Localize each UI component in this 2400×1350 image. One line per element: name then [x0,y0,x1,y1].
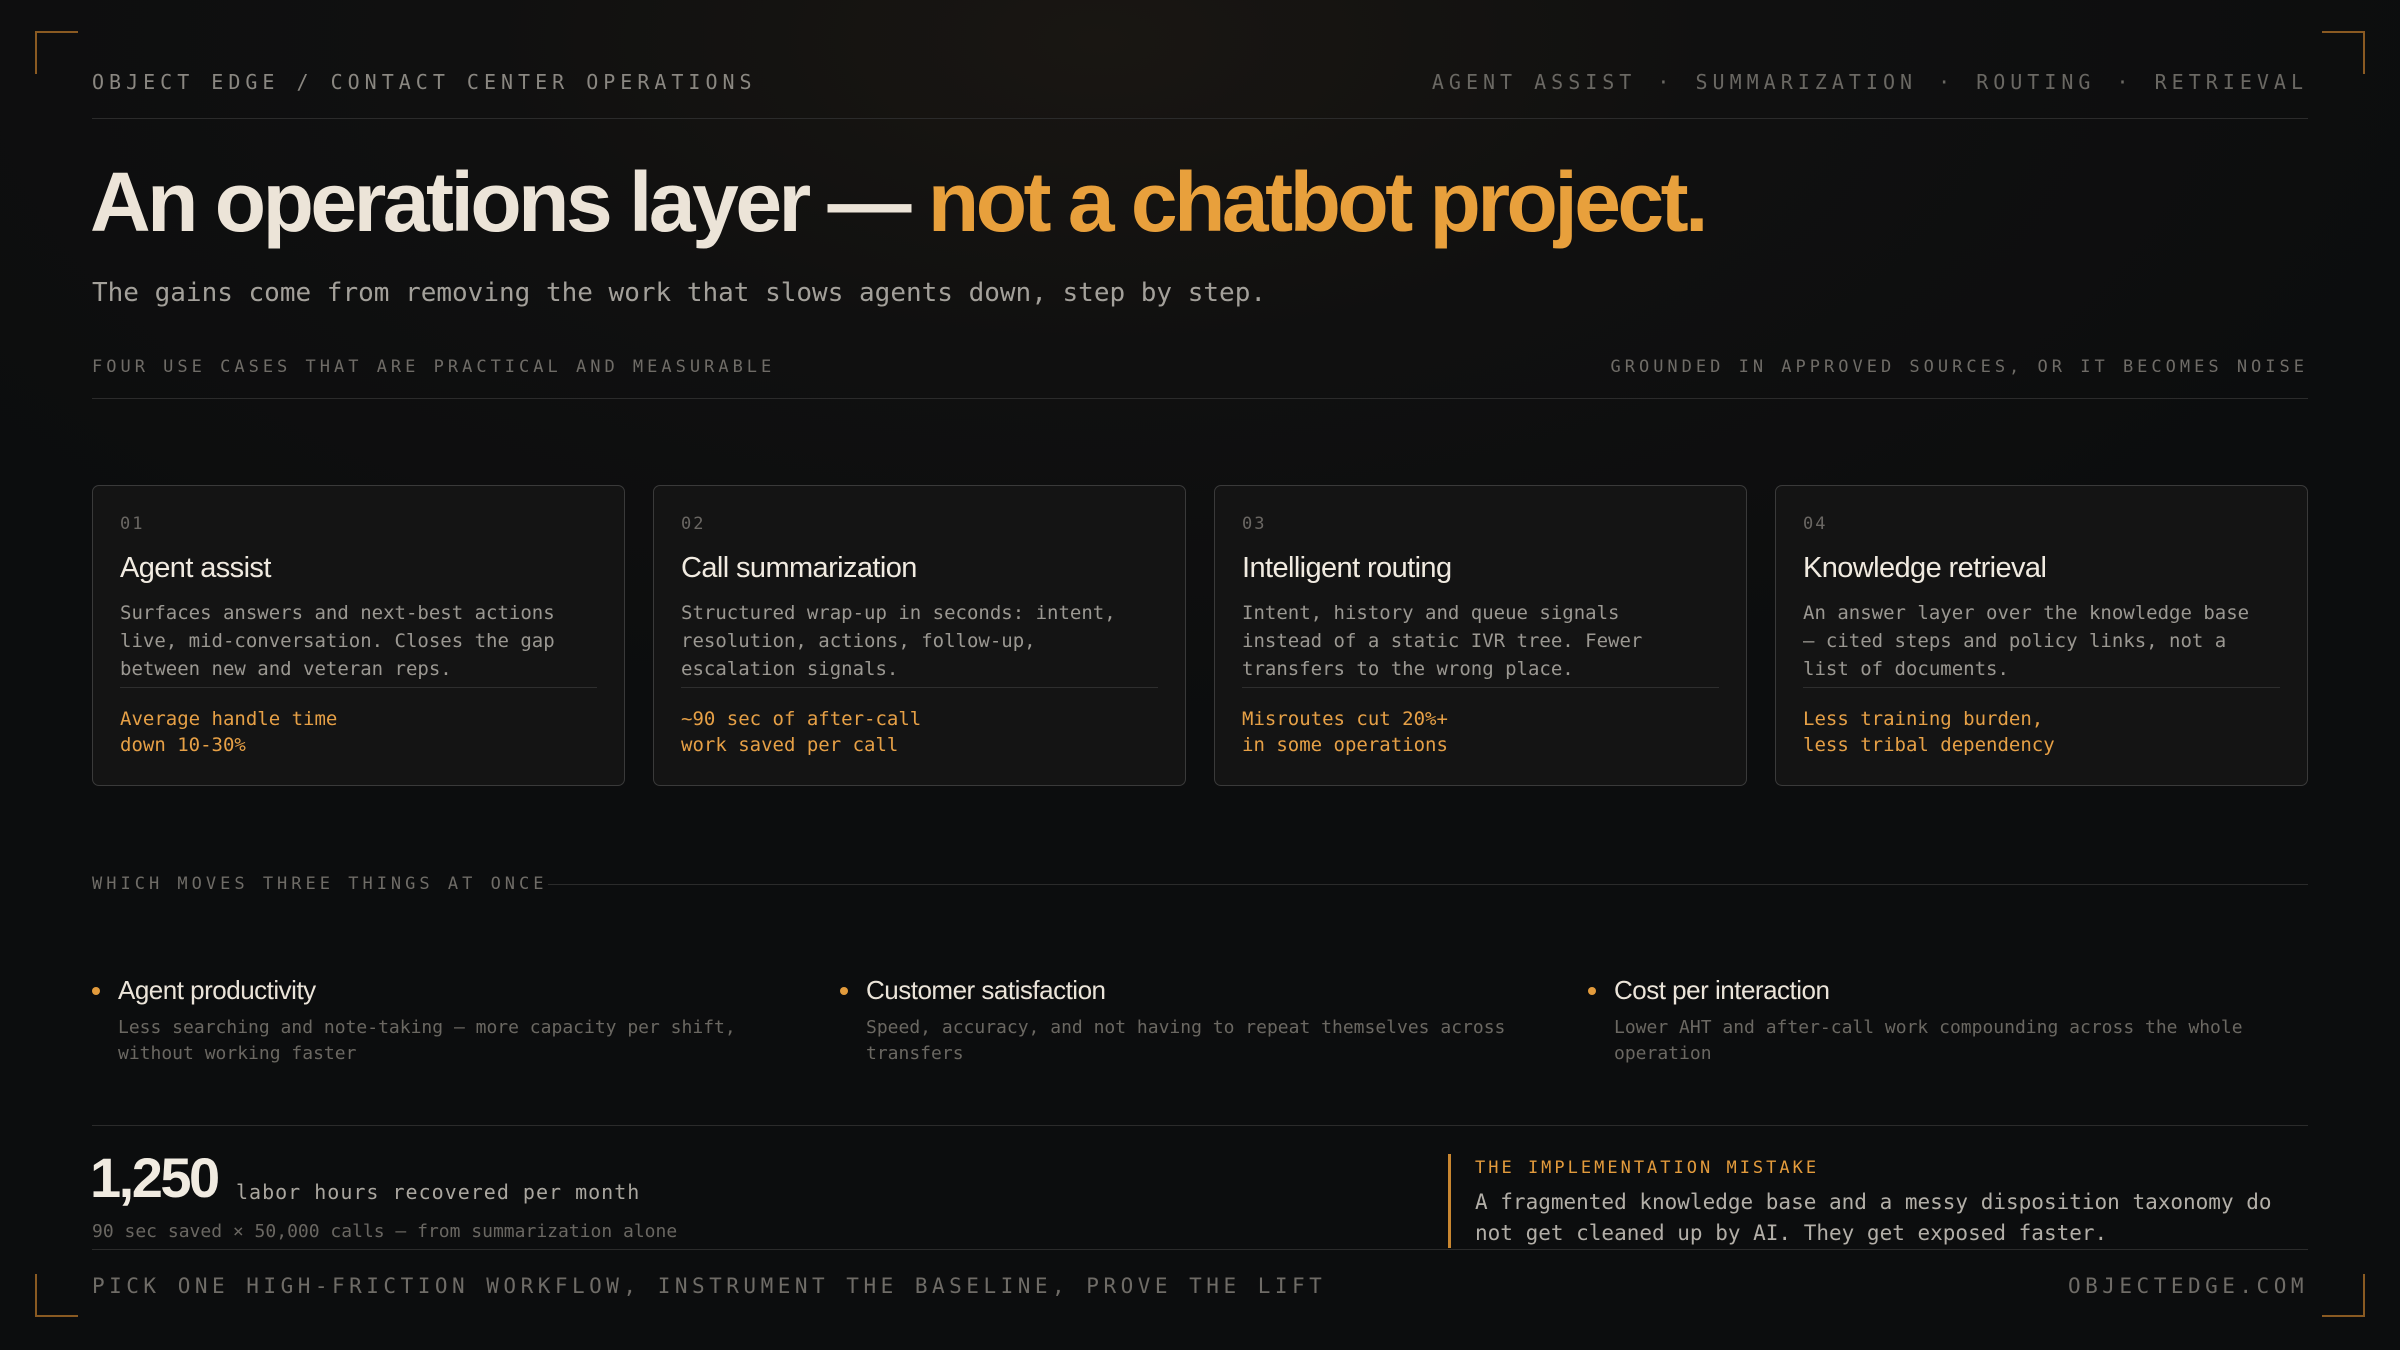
callout-accent-bar [1448,1154,1451,1248]
card-knowledge-retrieval: 04 Knowledge retrieval An answer layer o… [1775,485,2308,786]
outcome-description: Less searching and note-taking — more ca… [118,1017,736,1064]
topic-separator: · [2116,70,2134,94]
topic-agent-assist: AGENT ASSIST [1431,70,1637,94]
topic-retrieval: RETRIEVAL [2154,70,2308,94]
corner-bracket-bottom-right [2322,1274,2365,1317]
card-title: Call summarization [681,552,917,584]
card-number: 04 [1803,514,1828,534]
outcome-title: Customer satisfaction [866,975,1106,1005]
card-metric: Misroutes cut 20%+ in some operations [1242,708,1448,756]
card-metric: Less training burden, less tribal depend… [1803,708,2055,756]
stat-value: 1,250 [90,1146,220,1209]
page-title-main: An operations layer — [90,155,912,249]
footer-divider [92,1249,2308,1250]
topic-separator: · [1938,70,1956,94]
card-title: Agent assist [120,552,271,584]
bullet-dot [92,987,100,995]
card-number: 02 [681,514,706,534]
outcome-title: Cost per interaction [1614,975,1830,1005]
outcome-title: Agent productivity [118,975,316,1005]
stat-label: labor hours recovered per month [236,1180,641,1204]
page-subtitle: The gains come from removing the work th… [92,278,1266,308]
page-title-accent: not a chatbot project. [927,155,1709,249]
outcomes-divider [548,884,2308,885]
callout-text: A fragmented knowledge base and a messy … [1475,1190,2272,1245]
card-description: Structured wrap-up in seconds: intent, r… [681,602,1116,680]
topic-summarization: SUMMARIZATION [1695,70,1918,94]
outcome-description: Lower AHT and after-call work compoundin… [1614,1017,2243,1064]
section-divider [92,398,2308,399]
card-divider [681,687,1158,688]
outcome-description: Speed, accuracy, and not having to repea… [866,1017,1506,1064]
card-description: Intent, history and queue signals instea… [1242,602,1643,680]
stats-divider [92,1125,2308,1126]
footer-website: OBJECTEDGE.COM [2067,1274,2308,1298]
card-title: Knowledge retrieval [1803,552,2047,584]
page-title: An operations layer — not a chatbot proj… [90,160,1708,244]
corner-bracket-top-right [2322,31,2365,74]
breadcrumb: OBJECT EDGE / CONTACT CENTER OPERATIONS [92,70,757,94]
stat-footnote: 90 sec saved × 50,000 calls — from summa… [92,1221,678,1242]
grounding-note: GROUNDED IN APPROVED SOURCES, OR IT BECO… [1610,357,2308,377]
bullet-dot [1588,987,1596,995]
card-metric: ~90 sec of after-call work saved per cal… [681,708,922,756]
outcomes-label: WHICH MOVES THREE THINGS AT ONCE [92,874,548,894]
card-divider [1803,687,2280,688]
outcome-list: Agent productivity Less searching and no… [0,975,2400,1065]
corner-bracket-top-left [35,31,78,74]
card-description: Surfaces answers and next-best actions l… [120,602,555,680]
use-case-cards: 01 Agent assist Surfaces answers and nex… [92,485,2308,786]
card-divider [120,687,597,688]
card-intelligent-routing: 03 Intelligent routing Intent, history a… [1214,485,1747,786]
use-cases-label: FOUR USE CASES THAT ARE PRACTICAL AND ME… [92,357,776,377]
card-title: Intelligent routing [1242,552,1452,584]
card-agent-assist: 01 Agent assist Surfaces answers and nex… [92,485,625,786]
card-metric: Average handle time down 10-30% [120,708,338,756]
card-call-summarization: 02 Call summarization Structured wrap-up… [653,485,1186,786]
topic-list: AGENT ASSIST · SUMMARIZATION · ROUTING ·… [1432,70,2308,94]
card-number: 03 [1242,514,1267,534]
bullet-dot [840,987,848,995]
footer-cta: PICK ONE HIGH-FRICTION WORKFLOW, INSTRUM… [92,1274,1327,1298]
card-divider [1242,687,1719,688]
topic-routing: ROUTING [1976,70,2096,94]
card-description: An answer layer over the knowledge base … [1803,602,2250,680]
card-number: 01 [120,514,145,534]
corner-bracket-bottom-left [35,1274,78,1317]
topic-separator: · [1657,70,1675,94]
callout-label: THE IMPLEMENTATION MISTAKE [1475,1158,1820,1178]
header-divider [92,118,2308,119]
